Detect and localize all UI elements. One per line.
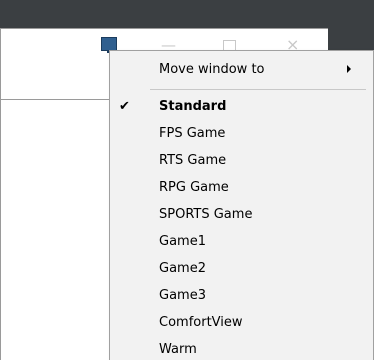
- context-menu: Move window to ✔ Standard FPS Game RTS G…: [109, 50, 374, 360]
- menu-item-label: Game3: [159, 288, 206, 303]
- menu-item-label: SPORTS Game: [159, 207, 253, 222]
- menu-item-label: Game2: [159, 261, 206, 276]
- menu-item-label: FPS Game: [159, 126, 226, 141]
- menu-item-label: RPG Game: [159, 180, 229, 195]
- menu-item-comfortview[interactable]: ComfortView: [110, 310, 373, 335]
- menu-item-label: Game1: [159, 234, 206, 249]
- title-divider: [1, 99, 119, 100]
- menu-item-label: Move window to: [159, 62, 265, 77]
- checkmark-icon: ✔: [119, 99, 130, 114]
- monitor-icon[interactable]: [101, 37, 117, 53]
- menu-item-game3[interactable]: Game3: [110, 283, 373, 308]
- menu-item-game1[interactable]: Game1: [110, 229, 373, 254]
- menu-divider: [150, 89, 366, 90]
- menu-item-sports-game[interactable]: SPORTS Game: [110, 202, 373, 227]
- menu-item-fps-game[interactable]: FPS Game: [110, 121, 373, 146]
- menu-item-rpg-game[interactable]: RPG Game: [110, 175, 373, 200]
- menu-item-label: ComfortView: [159, 315, 243, 330]
- menu-item-label: RTS Game: [159, 153, 227, 168]
- menu-item-move-window[interactable]: Move window to: [110, 57, 373, 82]
- menu-item-label: Standard: [159, 99, 227, 114]
- menu-item-standard[interactable]: ✔ Standard: [110, 94, 373, 119]
- menu-item-rts-game[interactable]: RTS Game: [110, 148, 373, 173]
- menu-item-game2[interactable]: Game2: [110, 256, 373, 281]
- submenu-arrow-icon: [347, 65, 351, 73]
- menu-item-warm[interactable]: Warm: [110, 337, 373, 360]
- menu-item-label: Warm: [159, 342, 197, 357]
